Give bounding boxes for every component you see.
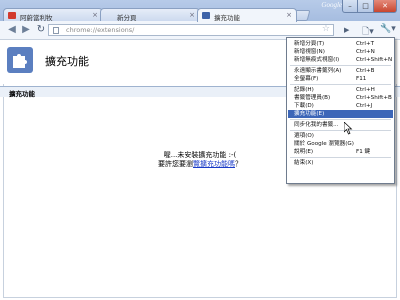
wrench-icon[interactable]: 🔧▾ bbox=[380, 24, 396, 34]
menu-item-label: 選項(O) bbox=[294, 133, 314, 139]
browser-window: Google – □ ✕ 阿蔚當利牧 × 新分頁 × 擴充功能 × ◀ ▶ ↻ … bbox=[0, 0, 400, 300]
menu-item-shortcut: Ctrl+Shift+B bbox=[356, 95, 392, 101]
menu-item[interactable]: 新增分頁(T) Ctrl+T bbox=[288, 40, 393, 48]
menu-item-label: 擴充功能(E) bbox=[294, 111, 325, 117]
menu-item-label: 同步化我的書籤... bbox=[294, 122, 339, 128]
google-brand-label: Google bbox=[321, 1, 342, 9]
browse-suffix: ？ bbox=[235, 160, 242, 168]
tab-close-icon[interactable]: × bbox=[189, 11, 195, 19]
gmail-favicon-icon bbox=[8, 12, 16, 19]
page-icon bbox=[53, 27, 59, 34]
forward-arrow-icon[interactable]: ▶ bbox=[20, 24, 32, 36]
tab-extensions[interactable]: 擴充功能 × bbox=[197, 8, 297, 22]
menu-item-label: 新增視窗(N) bbox=[294, 49, 325, 55]
page-title: 擴充功能 bbox=[45, 55, 89, 68]
menu-item[interactable]: 新增無痕式視窗(I) Ctrl+Shift+N bbox=[288, 56, 393, 64]
back-arrow-icon[interactable]: ◀ bbox=[6, 24, 18, 36]
menu-item-shortcut: Ctrl+Shift+N bbox=[356, 57, 393, 63]
menu-item-label: 關於 Google 瀏覽器(G) bbox=[294, 141, 354, 147]
address-bar[interactable]: chrome://extensions/ ☆ bbox=[48, 24, 334, 36]
address-url: chrome://extensions/ bbox=[66, 26, 135, 34]
menu-item-shortcut: Ctrl+T bbox=[356, 41, 375, 47]
menu-separator bbox=[290, 84, 391, 85]
menu-item-shortcut: Ctrl+H bbox=[356, 87, 375, 93]
menu-item[interactable]: 結束(X) bbox=[288, 159, 393, 167]
tab-close-icon[interactable]: × bbox=[92, 11, 98, 19]
menu-item-label: 永遠顯示書籤列(A) bbox=[294, 68, 342, 74]
tab-close-icon[interactable]: × bbox=[286, 11, 292, 19]
wrench-menu: 新增分頁(T) Ctrl+T 新增視窗(N) Ctrl+N 新增無痕式視窗(I) Ctrl… bbox=[286, 37, 395, 184]
mouse-cursor-icon bbox=[344, 122, 353, 135]
menu-item[interactable]: 擴充功能(E) bbox=[288, 110, 393, 118]
menu-item-label: 記錄(H) bbox=[294, 87, 314, 93]
menu-item-label: 結束(X) bbox=[294, 160, 314, 166]
minimize-button[interactable]: – bbox=[342, 0, 358, 13]
menu-separator bbox=[290, 65, 391, 66]
tab-gmail[interactable]: 阿蔚當利牧 × bbox=[3, 8, 103, 22]
tab-new-tab[interactable]: 新分頁 × bbox=[100, 8, 200, 22]
menu-item-label: 說明(E) bbox=[294, 149, 314, 155]
menu-item[interactable]: 全螢幕(F) F11 bbox=[288, 75, 393, 83]
browse-extensions-link[interactable]: 覽擴充功能嗎 bbox=[193, 160, 235, 168]
go-icon[interactable]: ▶ bbox=[344, 26, 349, 34]
menu-item-label: 下載(D) bbox=[294, 103, 314, 109]
menu-item[interactable]: 記錄(H) Ctrl+H bbox=[288, 86, 393, 94]
close-window-button[interactable]: ✕ bbox=[374, 0, 397, 13]
menu-item[interactable]: 同步化我的書籤... bbox=[288, 121, 393, 129]
menu-separator bbox=[290, 119, 391, 120]
browse-prefix: 要許您要瀏 bbox=[158, 160, 193, 168]
menu-item[interactable]: 選項(O) bbox=[288, 132, 393, 140]
menu-item-label: 新增無痕式視窗(I) bbox=[294, 57, 340, 63]
menu-item[interactable]: 書籤管理員(B) Ctrl+Shift+B bbox=[288, 94, 393, 102]
menu-item-label: 書籤管理員(B) bbox=[294, 95, 331, 101]
menu-item[interactable]: 說明(E) F1 鍵 bbox=[288, 148, 393, 156]
menu-separator bbox=[290, 130, 391, 131]
menu-item-shortcut: Ctrl+J bbox=[356, 103, 373, 109]
menu-item-shortcut: Ctrl+B bbox=[356, 68, 375, 74]
menu-item-label: 全螢幕(F) bbox=[294, 76, 319, 82]
puzzle-piece-icon bbox=[7, 47, 33, 73]
extension-favicon-icon bbox=[202, 12, 210, 19]
menu-item[interactable]: 下載(D) Ctrl+J bbox=[288, 102, 393, 110]
reload-icon[interactable]: ↻ bbox=[35, 24, 47, 36]
menu-item[interactable]: 關於 Google 瀏覽器(G) bbox=[288, 140, 393, 148]
maximize-button[interactable]: □ bbox=[358, 0, 374, 13]
menu-item[interactable]: 永遠顯示書籤列(A) Ctrl+B bbox=[288, 67, 393, 75]
menu-item-shortcut: F1 鍵 bbox=[356, 149, 371, 155]
menu-item-shortcut: F11 bbox=[356, 76, 367, 82]
menu-item-shortcut: Ctrl+N bbox=[356, 49, 375, 55]
menu-item[interactable]: 新增視窗(N) Ctrl+N bbox=[288, 48, 393, 56]
tab-label: 擴充功能 bbox=[214, 14, 240, 22]
menu-separator bbox=[290, 157, 391, 158]
menu-item-label: 新增分頁(T) bbox=[294, 41, 325, 47]
section-title: 擴充功能 bbox=[9, 90, 35, 98]
bookmark-star-icon[interactable]: ☆ bbox=[322, 24, 330, 34]
